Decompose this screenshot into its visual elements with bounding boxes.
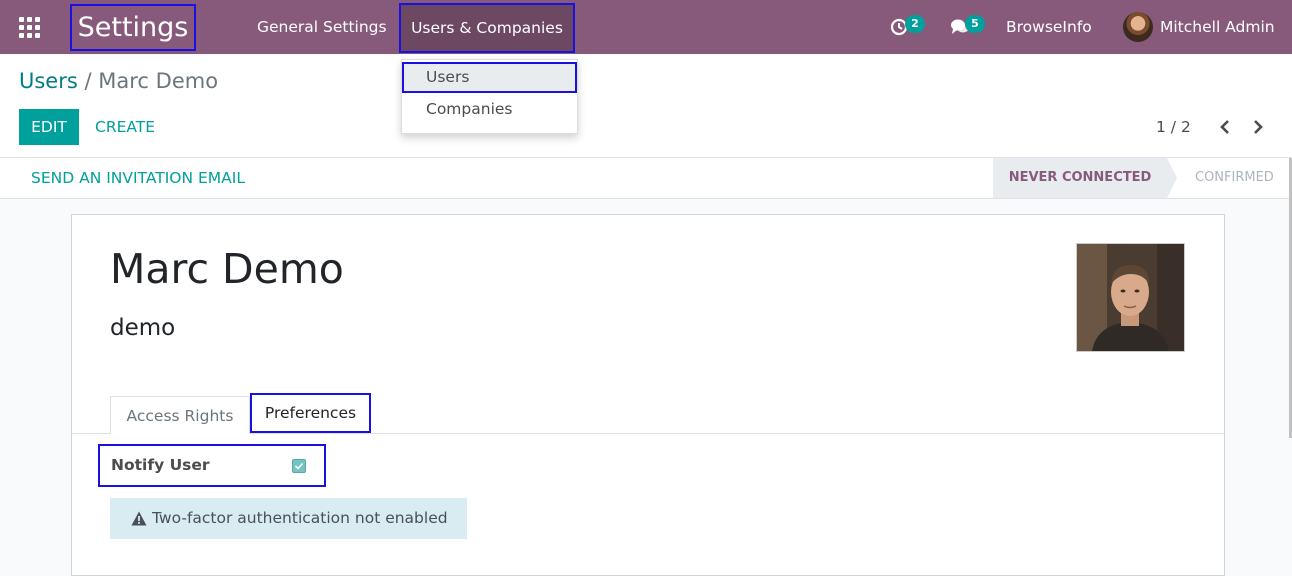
tab-access-rights[interactable]: Access Rights [110,396,250,434]
dropdown-item-users[interactable]: Users [402,62,577,93]
dropdown-item-companies[interactable]: Companies [402,94,577,125]
tab-preferences[interactable]: Preferences [250,393,371,433]
form-sheet: Marc Demo demo Access Rights Preferences… [71,214,1225,576]
notify-user-label: Notify User [111,456,210,474]
messages-button[interactable]: 5 [950,14,990,40]
users-companies-dropdown: Users Companies [401,59,578,134]
menu-general-settings[interactable]: General Settings [257,0,387,54]
chevron-right-icon[interactable] [1249,118,1267,136]
pager-value[interactable]: 1 / 2 [1156,109,1191,145]
stage-confirmed: CONFIRMED [1195,170,1274,185]
breadcrumb-current: Marc Demo [98,69,219,93]
create-button[interactable]: CREATE [95,109,155,145]
breadcrumb-separator: / [84,69,92,93]
notify-user-checkbox[interactable] [292,459,306,473]
activities-button[interactable]: 2 [890,14,930,40]
menu-users-companies[interactable]: Users & Companies [399,3,575,53]
user-portrait-image [1077,244,1184,351]
user-photo[interactable] [1076,243,1185,352]
chevron-left-icon[interactable] [1216,118,1234,136]
breadcrumb-users-link[interactable]: Users [19,69,78,93]
user-name-field: Marc Demo [110,245,344,293]
form-tabs: Access Rights Preferences [72,393,1224,434]
warning-icon [131,511,147,526]
notify-user-row: Notify User [98,444,326,487]
breadcrumb: Users / Marc Demo [19,69,218,93]
two-factor-alert: Two-factor authentication not enabled [110,498,467,539]
activities-badge: 2 [905,15,925,33]
user-login-field: demo [110,315,176,341]
two-factor-message: Two-factor authentication not enabled [152,509,448,527]
top-navbar: Settings General Settings Users & Compan… [0,0,1292,54]
apps-grid-icon[interactable] [19,17,40,38]
user-avatar[interactable] [1123,12,1153,42]
stage-never-connected: NEVER CONNECTED [993,158,1177,198]
messages-badge: 5 [965,15,985,33]
company-switcher[interactable]: BrowseInfo [1006,0,1092,54]
user-menu[interactable]: Mitchell Admin [1160,0,1275,54]
control-panel: Users / Marc Demo EDIT CREATE on 1 / 2 [0,55,1292,158]
form-statusbar: SEND AN INVITATION EMAIL NEVER CONNECTED… [0,158,1292,199]
checkmark-icon [294,462,304,470]
app-title[interactable]: Settings [70,4,196,51]
edit-button[interactable]: EDIT [19,109,79,145]
send-invitation-button[interactable]: SEND AN INVITATION EMAIL [31,158,245,198]
